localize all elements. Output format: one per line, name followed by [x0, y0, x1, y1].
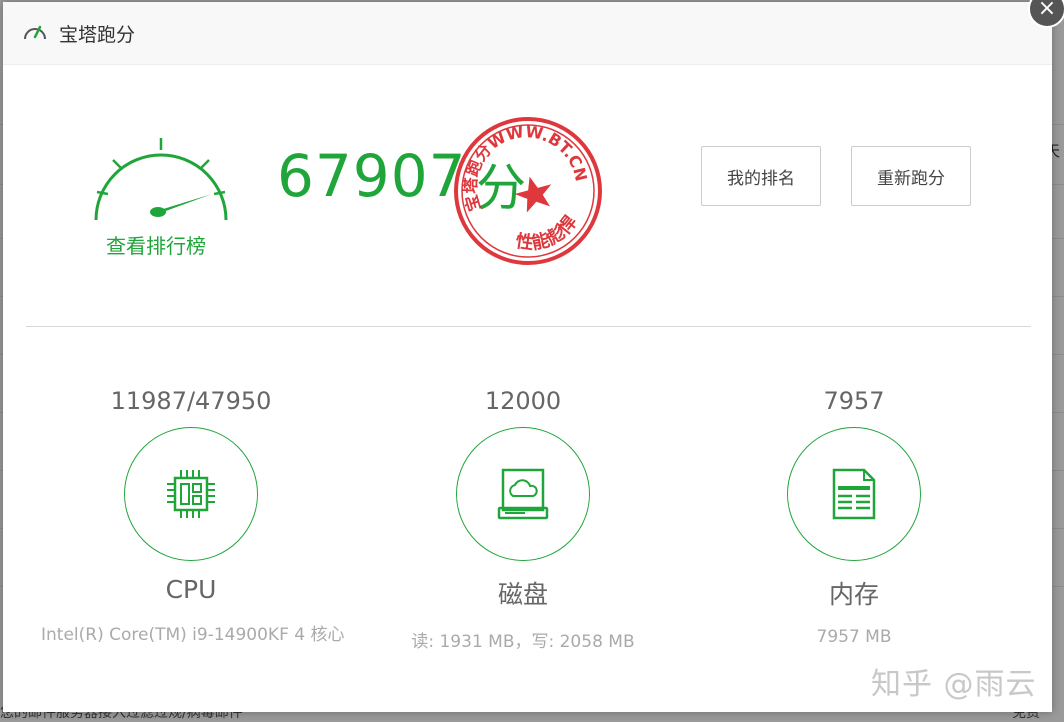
close-icon: ×: [1037, 0, 1057, 21]
total-score: 67907: [277, 142, 467, 210]
zhihu-watermark: 知乎 @雨云: [871, 667, 1037, 702]
speedometer-icon: [24, 25, 46, 40]
disk-label: 磁盘: [497, 580, 548, 609]
disk-score-card: 12000 磁盘 读: 1931 MB，写: 2058 MB: [373, 387, 673, 652]
rerun-benchmark-button[interactable]: 重新跑分: [851, 146, 971, 206]
disk-drive-icon: [497, 468, 549, 520]
gauge-icon: [94, 138, 228, 221]
cpu-score-card: 11987/47950 CPU Intel(R) Core(TM) i9-149…: [41, 387, 345, 645]
memory-document-icon: [832, 468, 876, 520]
cpu-chip-icon: [167, 470, 215, 518]
my-rank-button[interactable]: 我的排名: [701, 146, 821, 206]
divider: [26, 326, 1031, 327]
disk-score: 12000: [484, 387, 562, 415]
bt-stamp-seal: 宝塔跑分WWW.BT.CN 性能彪悍: [454, 117, 602, 265]
modal-title: 宝塔跑分: [59, 23, 136, 46]
memory-label: 内存: [828, 580, 879, 609]
disk-detail: 读: 1931 MB，写: 2058 MB: [411, 632, 635, 652]
disk-icon-circle: [456, 427, 590, 561]
cpu-detail: Intel(R) Core(TM) i9-14900KF 4 核心: [41, 625, 345, 645]
cpu-score: 11987/47950: [110, 387, 272, 415]
cpu-label: CPU: [165, 575, 217, 604]
memory-icon-circle: [787, 427, 921, 561]
memory-score-card: 7957 内存 7957 MB: [704, 387, 1004, 647]
benchmark-modal: 宝塔跑分 × 查看排行榜 67907 分 宝塔跑分WWW.BT.CN 性能彪悍 …: [3, 0, 1064, 712]
memory-detail: 7957 MB: [816, 627, 892, 647]
memory-score: 7957: [823, 387, 885, 415]
view-leaderboard-link[interactable]: 查看排行榜: [106, 230, 206, 259]
cpu-icon-circle: [124, 427, 258, 561]
modal-header: 宝塔跑分: [3, 2, 1052, 65]
